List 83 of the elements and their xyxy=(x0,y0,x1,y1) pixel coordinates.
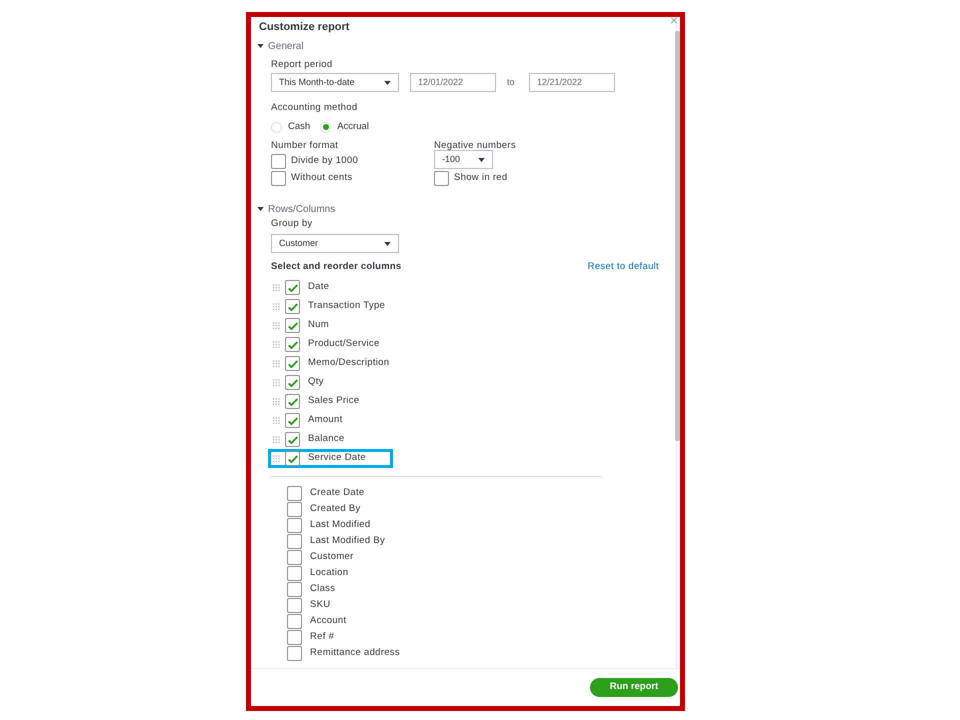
checkbox[interactable] xyxy=(285,413,300,428)
dropdown[interactable]: Customer xyxy=(271,234,399,253)
checkbox[interactable] xyxy=(285,280,300,295)
checkbox[interactable] xyxy=(287,646,302,660)
checkbox[interactable] xyxy=(285,394,300,409)
section-toggle[interactable]: General xyxy=(257,38,304,54)
dropdown[interactable]: This Month-to-date xyxy=(271,73,399,92)
checkbox[interactable] xyxy=(285,375,300,390)
checkbox[interactable] xyxy=(287,614,302,628)
checkbox-label: Show in red xyxy=(454,171,508,186)
checkbox[interactable] xyxy=(434,171,449,186)
checkbox[interactable] xyxy=(285,356,300,371)
drag-handle-icon[interactable] xyxy=(273,398,281,405)
checkbox[interactable] xyxy=(287,598,302,612)
checkbox[interactable] xyxy=(285,299,300,314)
drag-handle-icon[interactable] xyxy=(273,417,281,424)
column-name: Create Date xyxy=(310,486,365,500)
column-name: Remittance address xyxy=(310,646,400,660)
column-name: Account xyxy=(310,614,346,628)
field-label: Accounting method xyxy=(271,101,358,115)
checkbox[interactable] xyxy=(271,154,286,169)
column-name: Sales Price xyxy=(308,394,360,408)
drag-handle-icon[interactable] xyxy=(273,322,281,329)
checkbox[interactable] xyxy=(271,171,286,186)
column-name: Amount xyxy=(308,413,343,428)
section-label: Select and reorder columns xyxy=(271,260,402,274)
run-report-button[interactable]: Run report xyxy=(590,678,678,697)
column-name: Last Modified By xyxy=(310,534,386,548)
dialog-title: Customize report xyxy=(259,20,350,35)
column-name: SKU xyxy=(310,598,330,612)
drag-handle-icon[interactable] xyxy=(273,436,281,443)
drag-handle-icon[interactable] xyxy=(273,379,281,386)
reset-link[interactable]: Reset to default xyxy=(588,260,659,274)
field-label: Group by xyxy=(271,217,314,231)
drag-handle-icon[interactable] xyxy=(273,303,281,310)
field-label: Report period xyxy=(271,58,334,72)
radio-option[interactable]: Cash xyxy=(271,120,310,134)
column-name: Num xyxy=(308,318,329,332)
drag-handle-icon[interactable] xyxy=(273,341,281,348)
column-name: Service Date xyxy=(308,451,366,466)
checkbox[interactable] xyxy=(287,502,302,516)
caret-icon xyxy=(478,158,485,162)
drag-handle-icon[interactable] xyxy=(273,360,281,367)
checkbox[interactable] xyxy=(285,337,300,352)
checkbox[interactable] xyxy=(287,566,302,580)
caret-icon xyxy=(257,44,264,48)
checkbox-label: Without cents xyxy=(291,171,352,186)
checkbox[interactable] xyxy=(287,550,302,564)
range-label: to xyxy=(507,76,516,89)
column-name: Last Modified xyxy=(310,518,370,532)
field-label: Negative numbers xyxy=(434,139,516,153)
field-label: Number format xyxy=(271,139,340,153)
column-name: Location xyxy=(310,566,348,580)
column-name: Created By xyxy=(310,502,361,516)
drag-handle-icon[interactable] xyxy=(273,284,281,291)
scrollbar[interactable] xyxy=(675,17,680,668)
checkbox[interactable] xyxy=(287,486,302,500)
date-field[interactable]: 12/01/2022 xyxy=(410,73,496,92)
column-name: Product/Service xyxy=(308,337,380,352)
checkbox[interactable] xyxy=(287,630,302,644)
date-field[interactable]: 12/21/2022 xyxy=(529,73,615,92)
checkbox[interactable] xyxy=(285,318,300,333)
caret-icon xyxy=(384,242,391,246)
column-name: Transaction Type xyxy=(308,299,386,314)
column-name: Ref # xyxy=(310,630,334,644)
checkbox[interactable] xyxy=(287,582,302,596)
checkbox[interactable] xyxy=(285,432,300,447)
column-name: Qty xyxy=(308,375,324,390)
checkbox[interactable] xyxy=(285,451,300,466)
dropdown[interactable]: -100 xyxy=(434,150,493,169)
column-name: Memo/Description xyxy=(308,356,390,370)
checkbox[interactable] xyxy=(287,534,302,548)
column-name: Balance xyxy=(308,432,344,446)
column-name: Date xyxy=(308,280,330,294)
caret-icon xyxy=(384,80,391,84)
radio-option[interactable]: Accrual xyxy=(320,120,369,134)
drag-handle-icon[interactable] xyxy=(273,455,281,462)
checkbox-label: Divide by 1000 xyxy=(291,154,358,168)
caret-icon xyxy=(257,207,264,211)
checkbox[interactable] xyxy=(287,518,302,532)
section-toggle[interactable]: Rows/Columns xyxy=(257,201,336,217)
column-name: Class xyxy=(310,582,336,596)
column-name: Customer xyxy=(310,550,354,564)
